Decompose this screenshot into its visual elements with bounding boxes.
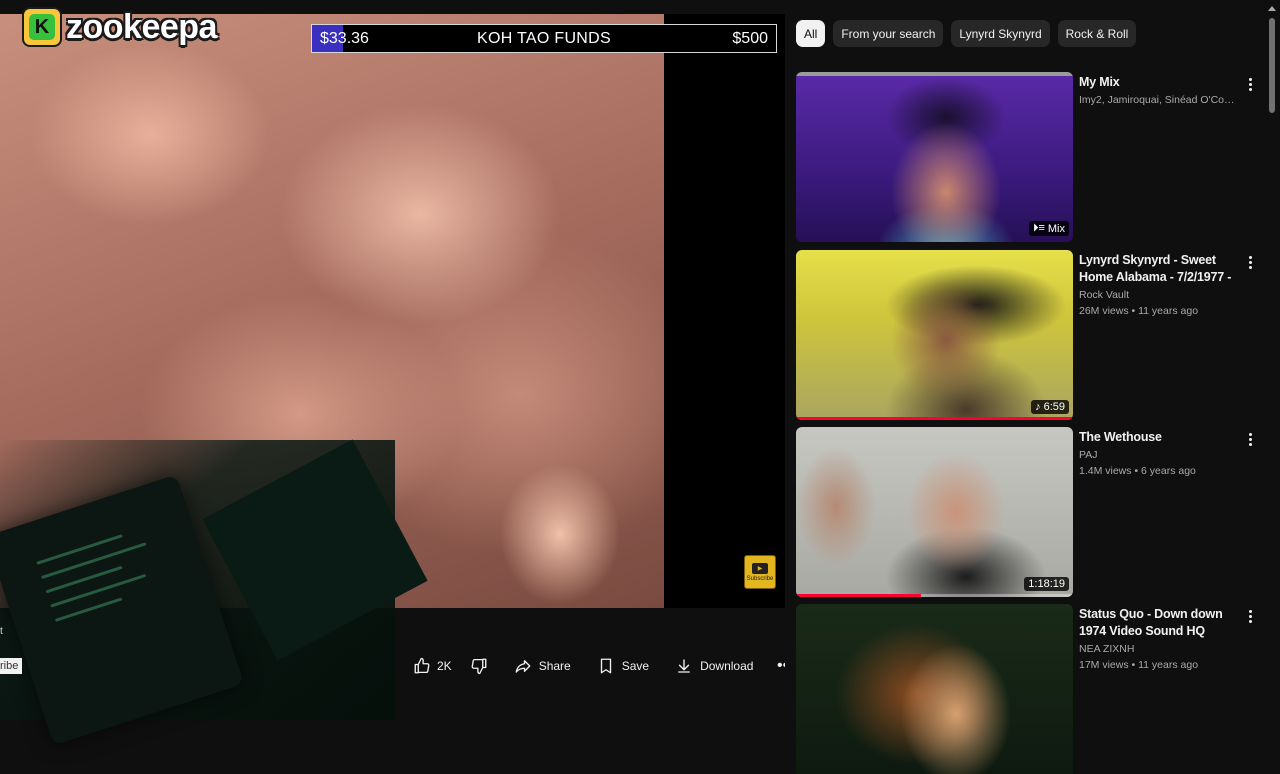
mix-badge: ⏵≡ Mix	[1028, 221, 1069, 236]
download-button[interactable]: Download	[665, 650, 763, 682]
video-info: The Wethouse PAJ 1.4M views • 6 years ag…	[1079, 429, 1237, 477]
duration-badge: ♪ 6:59	[1031, 400, 1069, 414]
channel-name[interactable]: Rock Vault	[1079, 289, 1237, 301]
watch-progress-bar	[796, 594, 921, 597]
music-note-icon: ♪	[1035, 401, 1041, 413]
streamer-logo: K zookeepa	[22, 7, 217, 47]
share-icon	[514, 657, 532, 675]
video-actions: 2K Share Save Download	[405, 650, 801, 682]
bookmark-icon	[597, 657, 615, 675]
funds-goal: $500	[732, 29, 768, 47]
more-options-icon[interactable]	[1246, 610, 1254, 623]
more-options-icon[interactable]	[1246, 78, 1254, 91]
chip-rock-and-roll[interactable]: Rock & Roll	[1057, 20, 1137, 47]
share-button[interactable]: Share	[504, 650, 581, 682]
video-thumbnail[interactable]: ♪ 6:59	[796, 250, 1073, 420]
video-info: Lynyrd Skynyrd - Sweet Home Alabama - 7/…	[1079, 252, 1237, 317]
video-meta: 17M views • 11 years ago	[1079, 659, 1199, 671]
recommendation-item[interactable]: Status Quo - Down down 1974 Video Sound …	[796, 604, 1256, 774]
like-button[interactable]: 2K	[405, 650, 460, 682]
channel-name[interactable]: Imy2, Jamiroquai, Sinéad O'Connor, and .…	[1079, 94, 1237, 106]
subscribe-watermark-icon[interactable]: ▶ Subscribe	[744, 555, 776, 589]
side-subscribe-fragment: ribe	[0, 658, 23, 674]
thumbs-down-icon	[470, 657, 488, 675]
video-meta: 26M views • 11 years ago	[1079, 305, 1199, 317]
video-title[interactable]: Status Quo - Down down 1974 Video Sound …	[1079, 606, 1237, 640]
more-options-icon[interactable]	[1246, 256, 1254, 269]
chip-lynyrd-skynyrd[interactable]: Lynyrd Skynyrd	[951, 20, 1050, 47]
recommendation-item[interactable]: ⏵≡ Mix My Mix Imy2, Jamiroquai, Sinéad O'…	[796, 72, 1256, 242]
duration-badge: 1:18:19	[1024, 577, 1069, 591]
thumbs-up-icon	[413, 657, 431, 675]
share-label: Share	[538, 659, 571, 673]
video-info: My Mix Imy2, Jamiroquai, Sinéad O'Connor…	[1079, 74, 1237, 106]
scroll-up-icon[interactable]	[1268, 6, 1276, 11]
chip-from-your-search[interactable]: From your search	[833, 20, 944, 47]
video-meta: 1.4M views • 6 years ago	[1079, 465, 1196, 477]
save-label: Save	[621, 659, 650, 673]
recommendation-item[interactable]: ♪ 6:59 Lynyrd Skynyrd - Sweet Home Alabam…	[796, 250, 1256, 420]
video-player[interactable]: K zookeepa $33.36 KOH TAO FUNDS $500 ▶ S…	[0, 0, 794, 746]
filter-chips: All From your search Lynyrd Skynyrd Rock…	[796, 20, 1137, 47]
logo-text: zookeepa	[66, 7, 217, 46]
video-title[interactable]: Lynyrd Skynyrd - Sweet Home Alabama - 7/…	[1079, 252, 1237, 286]
like-dislike-group: 2K	[405, 650, 498, 682]
logo-badge-icon: K	[22, 7, 62, 47]
channel-name[interactable]: PAJ	[1079, 449, 1237, 461]
dislike-button[interactable]	[460, 650, 498, 682]
more-options-icon[interactable]	[1246, 433, 1254, 446]
download-icon	[675, 657, 693, 675]
video-thumbnail[interactable]: 1:18:19	[796, 427, 1073, 597]
video-thumbnail[interactable]	[796, 604, 1073, 774]
save-button[interactable]: Save	[587, 650, 659, 682]
video-title[interactable]: My Mix	[1079, 74, 1237, 91]
like-count: 2K	[437, 659, 452, 673]
watch-progress-bar	[796, 417, 1073, 420]
recommendations-sidebar: All From your search Lynyrd Skynyrd Rock…	[785, 0, 1280, 774]
video-title[interactable]: The Wethouse	[1079, 429, 1237, 446]
recommendation-item[interactable]: 1:18:19 The Wethouse PAJ 1.4M views • 6 …	[796, 427, 1256, 597]
funds-progress-bar: $33.36 KOH TAO FUNDS $500	[311, 24, 777, 53]
video-info: Status Quo - Down down 1974 Video Sound …	[1079, 606, 1237, 671]
mix-icon: ⏵≡	[1032, 222, 1045, 234]
download-label: Download	[700, 659, 754, 673]
chip-all[interactable]: All	[796, 20, 826, 47]
side-text-fragment: t	[0, 626, 3, 637]
channel-name[interactable]: NEA ZIXNH	[1079, 643, 1237, 655]
sidebar-scrollbar[interactable]	[1269, 18, 1275, 113]
video-thumbnail[interactable]: ⏵≡ Mix	[796, 72, 1073, 242]
funds-title: KOH TAO FUNDS	[477, 29, 611, 47]
video-letterbox	[664, 14, 785, 608]
